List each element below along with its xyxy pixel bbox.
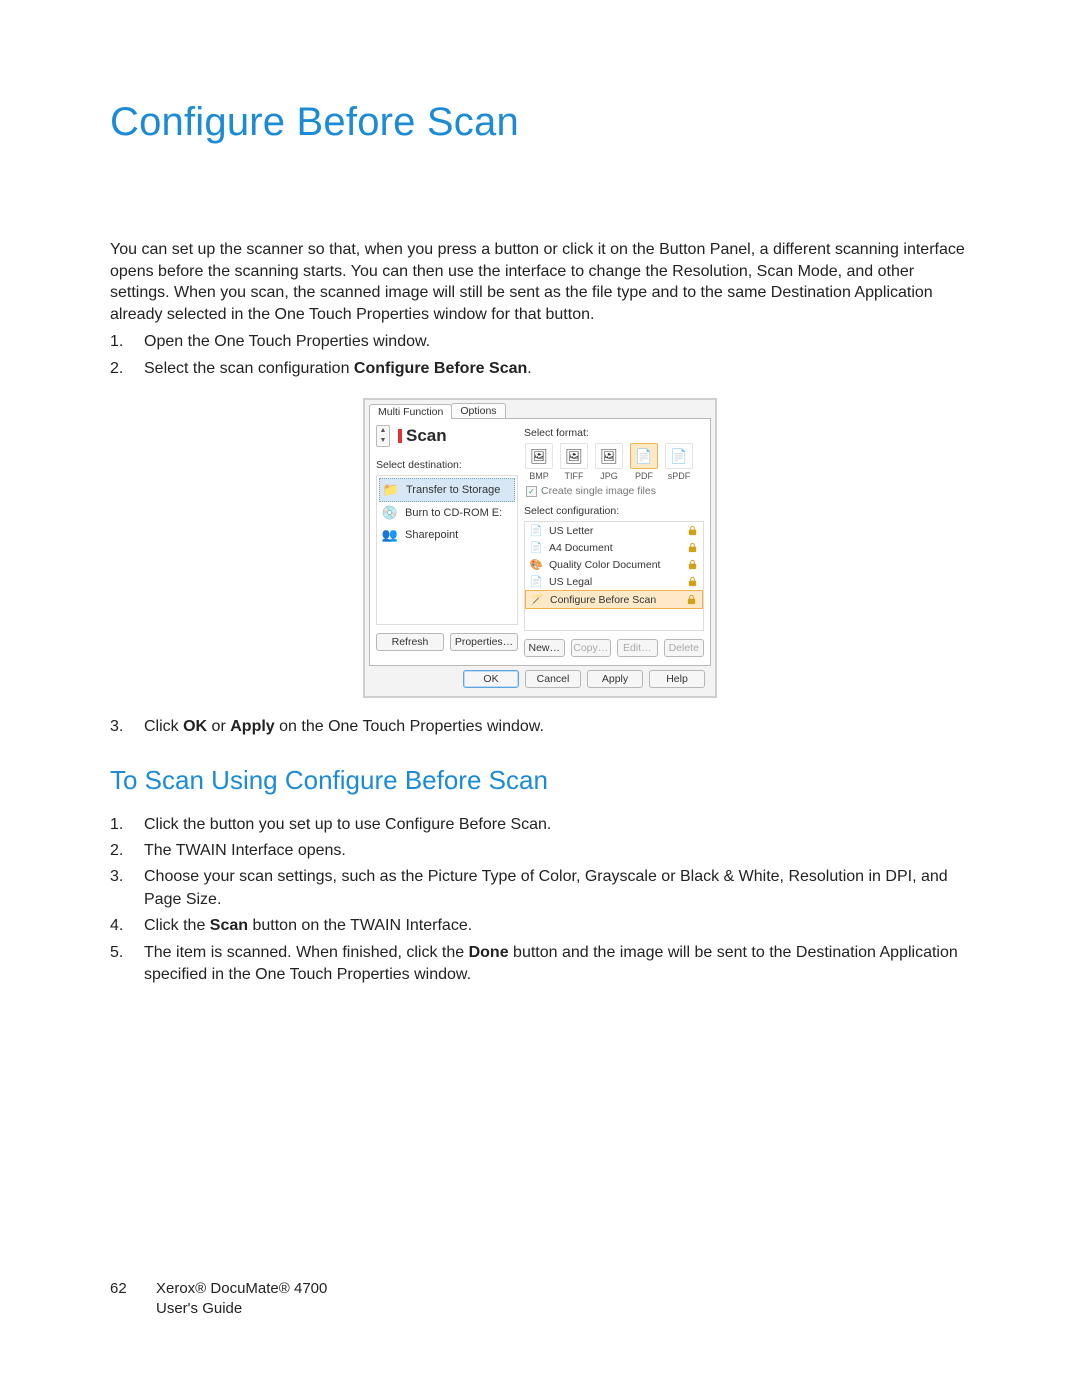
section-heading: To Scan Using Configure Before Scan	[110, 765, 970, 796]
wand-icon: 🪄	[530, 593, 544, 606]
step-text: Choose your scan settings, such as the P…	[144, 866, 970, 911]
copy-button[interactable]: Copy…	[571, 639, 612, 657]
edit-button[interactable]: Edit…	[617, 639, 658, 657]
onetouch-dialog: Multi Function Options ▲ ▼ Scan	[363, 398, 717, 698]
dest-transfer-to-storage[interactable]: 📁 Transfer to Storage	[379, 478, 515, 502]
page-icon: 📄	[529, 575, 543, 588]
document-page: Configure Before Scan You can set up the…	[0, 0, 1080, 1397]
steps-list-a-cont: 3. Click OK or Apply on the One Touch Pr…	[110, 716, 970, 738]
intro-paragraph: You can set up the scanner so that, when…	[110, 239, 970, 325]
page-title: Configure Before Scan	[110, 100, 970, 145]
create-single-image-files-checkbox[interactable]: ✓ Create single image files	[526, 485, 704, 497]
steps-list-b: 1.Click the button you set up to use Con…	[110, 814, 970, 987]
cfg-label: Quality Color Document	[549, 559, 660, 571]
chevron-down-icon[interactable]: ▼	[377, 436, 389, 446]
format-tiff[interactable]: 🖼TIFF	[559, 443, 589, 481]
right-button-row: New… Copy… Edit… Delete	[524, 639, 704, 657]
checkbox-label: Create single image files	[541, 485, 656, 497]
tab-options[interactable]: Options	[451, 403, 505, 418]
page-footer: 62 Xerox® DocuMate® 4700 User's Guide	[110, 1279, 327, 1320]
page-icon: 📄	[529, 541, 543, 554]
scan-label: Scan	[398, 426, 447, 446]
pdf-icon: 📄	[630, 443, 658, 469]
image-icon: 🖼	[525, 443, 553, 469]
cfg-label: A4 Document	[549, 542, 613, 554]
step-item: 1.Open the One Touch Properties window.	[110, 331, 970, 353]
step-text: The TWAIN Interface opens.	[144, 840, 346, 862]
destination-list[interactable]: 📁 Transfer to Storage 💿 Burn to CD-ROM E…	[376, 475, 518, 625]
step-text: Select the scan configuration Configure …	[144, 358, 532, 380]
dest-label: Burn to CD-ROM E:	[405, 507, 502, 519]
lock-icon	[685, 593, 698, 606]
disc-icon: 💿	[381, 505, 399, 521]
step-item: 4. Click the Scan button on the TWAIN In…	[110, 915, 970, 937]
step-text: Click the Scan button on the TWAIN Inter…	[144, 915, 472, 937]
step-text: Click the button you set up to use Confi…	[144, 814, 551, 836]
cfg-label: US Letter	[549, 525, 593, 537]
footer-text: Xerox® DocuMate® 4700 User's Guide	[156, 1279, 327, 1320]
folder-icon: 📁	[382, 482, 400, 498]
step-item: 1.Click the button you set up to use Con…	[110, 814, 970, 836]
step-item: 3.Choose your scan settings, such as the…	[110, 866, 970, 911]
properties-button[interactable]: Properties…	[450, 633, 518, 651]
checkbox-icon: ✓	[526, 486, 537, 497]
configuration-list[interactable]: 📄 US Letter 📄 A4 Document 🎨 Quality Color D…	[524, 521, 704, 631]
step-item: 2.The TWAIN Interface opens.	[110, 840, 970, 862]
step-item: 3. Click OK or Apply on the One Touch Pr…	[110, 716, 970, 738]
cfg-label: US Legal	[549, 576, 592, 588]
color-icon: 🎨	[529, 558, 543, 571]
help-button[interactable]: Help	[649, 670, 705, 688]
format-bmp[interactable]: 🖼BMP	[524, 443, 554, 481]
delete-button[interactable]: Delete	[664, 639, 705, 657]
cfg-us-legal[interactable]: 📄 US Legal	[525, 573, 703, 590]
cfg-quality-color[interactable]: 🎨 Quality Color Document	[525, 556, 703, 573]
steps-list-a: 1.Open the One Touch Properties window. …	[110, 331, 970, 380]
dialog-pane: ▲ ▼ Scan Select destination: 📁 Transfer …	[369, 418, 711, 666]
dest-sharepoint[interactable]: 👥 Sharepoint	[379, 524, 515, 546]
left-button-row: Refresh Properties…	[376, 633, 518, 651]
cfg-us-letter[interactable]: 📄 US Letter	[525, 522, 703, 539]
format-pdf[interactable]: 📄PDF	[629, 443, 659, 481]
refresh-button[interactable]: Refresh	[376, 633, 444, 651]
label-select-destination: Select destination:	[376, 459, 518, 471]
step-text: Open the One Touch Properties window.	[144, 331, 430, 353]
step-item: 5. The item is scanned. When finished, c…	[110, 942, 970, 987]
step-item: 2. Select the scan configuration Configu…	[110, 358, 970, 380]
apply-button[interactable]: Apply	[587, 670, 643, 688]
tab-multi-function[interactable]: Multi Function	[369, 404, 452, 419]
new-button[interactable]: New…	[524, 639, 565, 657]
dialog-tabs: Multi Function Options	[365, 400, 715, 418]
format-spdf[interactable]: 📄sPDF	[664, 443, 694, 481]
cfg-label: Configure Before Scan	[550, 594, 656, 606]
dest-label: Transfer to Storage	[406, 484, 500, 496]
step-text: The item is scanned. When finished, clic…	[144, 942, 970, 987]
figure-wrapper: Multi Function Options ▲ ▼ Scan	[110, 398, 970, 698]
cancel-button[interactable]: Cancel	[525, 670, 581, 688]
image-icon: 🖼	[595, 443, 623, 469]
label-select-format: Select format:	[524, 427, 704, 439]
cfg-a4[interactable]: 📄 A4 Document	[525, 539, 703, 556]
format-jpg[interactable]: 🖼JPG	[594, 443, 624, 481]
step-text: Click OK or Apply on the One Touch Prope…	[144, 716, 544, 738]
lock-icon	[686, 558, 699, 571]
scan-icon	[398, 429, 402, 443]
pdf-icon: 📄	[665, 443, 693, 469]
dest-label: Sharepoint	[405, 529, 458, 541]
cfg-configure-before-scan[interactable]: 🪄 Configure Before Scan	[525, 590, 703, 609]
chevron-up-icon[interactable]: ▲	[377, 426, 389, 436]
label-select-configuration: Select configuration:	[524, 505, 704, 517]
people-icon: 👥	[381, 527, 399, 543]
image-icon: 🖼	[560, 443, 588, 469]
dialog-button-row: OK Cancel Apply Help	[365, 670, 715, 696]
dest-burn-to-cd[interactable]: 💿 Burn to CD-ROM E:	[379, 502, 515, 524]
ok-button[interactable]: OK	[463, 670, 519, 688]
scan-header: ▲ ▼ Scan	[376, 425, 518, 447]
scan-spinner[interactable]: ▲ ▼	[376, 425, 390, 447]
page-number: 62	[110, 1279, 156, 1320]
page-icon: 📄	[529, 524, 543, 537]
lock-icon	[686, 575, 699, 588]
lock-icon	[686, 541, 699, 554]
lock-icon	[686, 524, 699, 537]
format-row: 🖼BMP 🖼TIFF 🖼JPG 📄PDF 📄sPDF	[524, 443, 704, 481]
